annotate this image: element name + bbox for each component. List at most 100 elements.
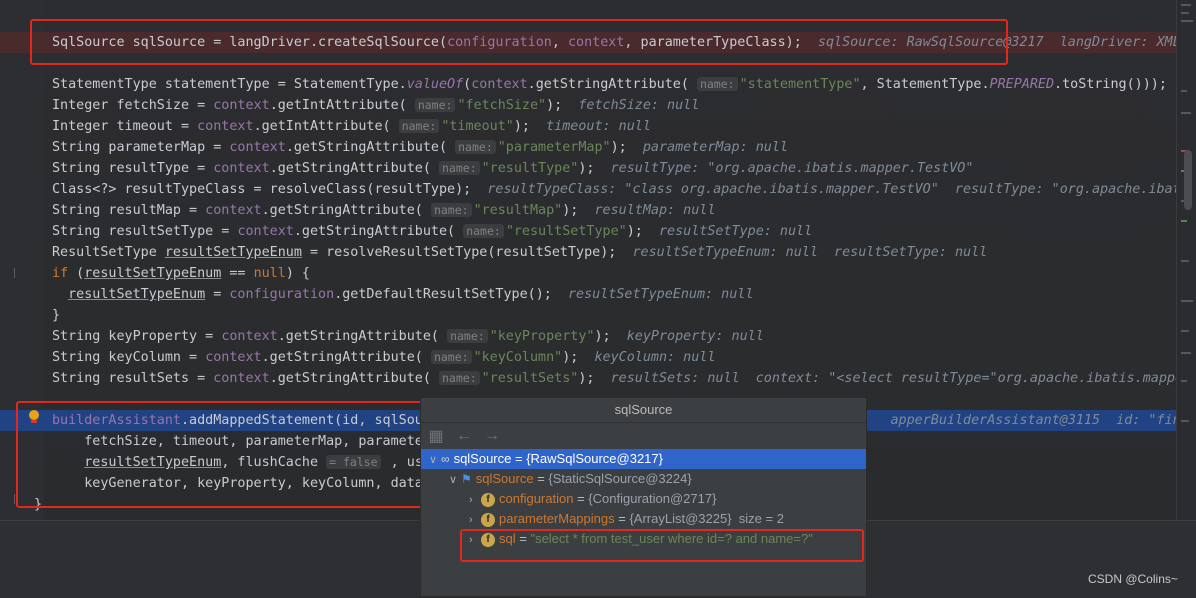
code-line-resultmap[interactable]: String resultMap = context.getStringAttr… <box>0 200 1176 221</box>
minimap-mark <box>1181 260 1189 262</box>
code-line-resulttype[interactable]: String resultType = context.getStringAtt… <box>0 158 1176 179</box>
code-line-fetchsize[interactable]: Integer fetchSize = context.getIntAttrib… <box>0 95 1176 116</box>
annotation-box-sqlsource <box>30 19 1008 65</box>
chevron-right-icon[interactable]: › <box>469 510 481 530</box>
parameter-hint: name: <box>439 371 480 385</box>
code-line-statementtype[interactable]: StatementType statementType = StatementT… <box>0 74 1176 95</box>
tree-row-configuration[interactable]: › f configuration = {Configuration@2717} <box>421 489 866 509</box>
code-token: Integer fetchSize = <box>52 98 214 113</box>
code-token: .getDefaultResultSetType(); <box>334 287 568 302</box>
code-token: valueOf <box>406 77 464 92</box>
code-token: context <box>213 98 270 113</box>
code-token: String parameterMap = <box>52 140 230 155</box>
parameter-hint: name: <box>447 329 488 343</box>
inline-debug-value: fetchSize: null <box>578 98 700 113</box>
code-token: String resultSetType = <box>52 224 238 239</box>
code-token: ); <box>578 161 611 176</box>
code-token: .getStringAttribute( <box>293 224 464 239</box>
code-token: "parameterMap" <box>497 140 611 155</box>
chevron-down-icon[interactable]: ∨ <box>429 450 441 470</box>
code-token: context <box>237 224 294 239</box>
code-token: "keyColumn" <box>473 350 563 365</box>
code-line-resultsets[interactable]: String resultSets = context.getStringAtt… <box>0 368 1176 389</box>
code-token: resultSetTypeEnum <box>84 266 222 281</box>
code-token: = <box>205 287 230 302</box>
inline-debug-value: resultSetType: null <box>659 224 813 239</box>
parameter-hint: name: <box>398 119 440 133</box>
variable-name: sqlSource <box>453 451 512 466</box>
minimap-mark <box>1181 4 1191 6</box>
code-line-parametermap[interactable]: String parameterMap = context.getStringA… <box>0 137 1176 158</box>
chevron-down-icon[interactable]: ∨ <box>449 470 461 490</box>
code-token: .getStringAttribute( <box>269 371 439 386</box>
minimap-mark <box>1181 220 1187 222</box>
parameter-hint: name: <box>414 98 456 112</box>
watermark: CSDN @Colins~ <box>1088 572 1178 586</box>
code-line-keycolumn[interactable]: String keyColumn = context.getStringAttr… <box>0 347 1176 368</box>
editor-scrollbar[interactable] <box>1176 0 1196 520</box>
code-token: resultSetTypeEnum <box>68 287 206 302</box>
variable-value: {RawSqlSource@3217} <box>526 451 663 466</box>
back-arrow-icon[interactable]: ← <box>455 427 473 445</box>
variable-name: parameterMappings <box>499 511 615 526</box>
code-token: .getStringAttribute( <box>277 329 448 344</box>
code-token: "keyProperty" <box>489 329 595 344</box>
code-line-keyproperty[interactable]: String keyProperty = context.getStringAt… <box>0 326 1176 347</box>
flag-icon: ⚑ <box>461 472 472 486</box>
code-token: ResultSetType <box>52 245 165 260</box>
code-token: "resultSetType" <box>505 224 627 239</box>
code-token: .getStringAttribute( <box>261 350 431 365</box>
minimap-mark <box>1181 300 1193 302</box>
inline-debug-value: resultTypeClass: "class org.apache.ibati… <box>487 182 1176 197</box>
popup-title: sqlSource <box>421 398 866 423</box>
inline-debug-value: resultSetTypeEnum: null <box>567 287 754 302</box>
variable-name: sqlSource <box>475 471 534 486</box>
tree-icon[interactable]: ▦ <box>427 426 445 446</box>
code-token: resultSetTypeEnum <box>164 245 302 260</box>
code-line-resultsettype[interactable]: String resultSetType = context.getString… <box>0 221 1176 242</box>
code-token: StatementType statementType = StatementT… <box>52 77 407 92</box>
code-token: configuration <box>229 287 335 302</box>
code-line-if[interactable]: if (resultSetTypeEnum == null) { <box>0 263 1176 284</box>
code-token: "resultMap" <box>473 203 563 218</box>
code-token: ); <box>546 98 579 113</box>
code-token: String resultSets = <box>52 371 214 386</box>
tree-row-parametermappings[interactable]: › f parameterMappings = {ArrayList@3225} s… <box>421 509 866 529</box>
code-token: .getStringAttribute( <box>285 140 456 155</box>
code-token: "statementType" <box>739 77 861 92</box>
forward-arrow-icon[interactable]: → <box>483 427 501 445</box>
code-token: context <box>213 371 270 386</box>
parameter-hint: name: <box>430 203 472 217</box>
minimap-mark <box>1181 112 1191 114</box>
code-line-resultsettypeenum[interactable]: ResultSetType resultSetTypeEnum = resolv… <box>0 242 1176 263</box>
parameter-hint: name: <box>455 140 496 154</box>
code-token: "resultType" <box>481 161 579 176</box>
tree-row-sqlsource[interactable]: ∨ ∞ sqlSource = {RawSqlSource@3217} <box>421 449 866 469</box>
code-token: .getStringAttribute( <box>261 203 431 218</box>
inline-debug-value: timeout: null <box>546 119 651 134</box>
chevron-right-icon[interactable]: › <box>469 490 481 510</box>
equals-sign: = <box>573 491 589 506</box>
field-icon: f <box>481 492 495 507</box>
code-token: .getStringAttribute( <box>269 161 439 176</box>
code-line-assign[interactable]: resultSetTypeEnum = configuration.getDef… <box>0 284 1176 305</box>
code-line-resulttypeclass[interactable]: Class<?> resultTypeClass = resolveClass(… <box>0 179 1176 200</box>
variable-value: {StaticSqlSource@3224} <box>548 471 692 486</box>
inline-debug-value: resultSets: null context: "<select resul… <box>610 371 1176 386</box>
code-token: Class<?> resultTypeClass = resolveClass(… <box>52 182 488 197</box>
parameter-hint: name: <box>463 224 504 238</box>
code-token: ); <box>562 203 595 218</box>
code-token: ); <box>594 329 627 344</box>
code-token: String resultMap = <box>52 203 206 218</box>
watch-icon: ∞ <box>441 452 450 466</box>
inline-debug-value: parameterMap: null <box>642 140 788 155</box>
code-line-closebrace[interactable]: } <box>0 305 1176 326</box>
tree-row-sqlsource[interactable]: ∨ ⚑ sqlSource = {StaticSqlSource@3224} <box>421 469 866 489</box>
scroll-thumb[interactable] <box>1184 150 1192 210</box>
code-token: .getIntAttribute( <box>269 98 415 113</box>
code-line-timeout[interactable]: Integer timeout = context.getIntAttribut… <box>0 116 1176 137</box>
debug-value-popup[interactable]: sqlSource ▦ ← → ∨ ∞ sqlSource = {RawSqlSou… <box>420 397 867 597</box>
parameter-hint: name: <box>696 77 738 91</box>
code-token: .toString())); <box>1054 77 1167 92</box>
